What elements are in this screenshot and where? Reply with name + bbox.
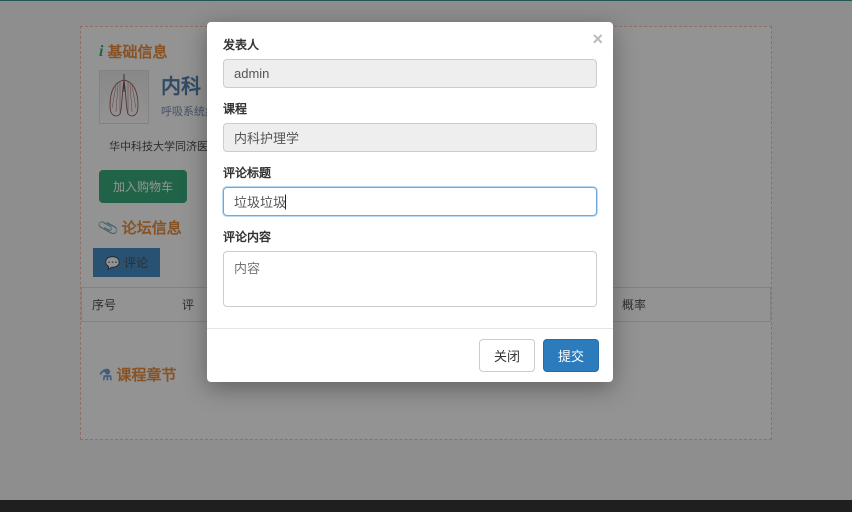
modal-body: 发表人 课程 评论标题 评论内容 (207, 22, 613, 328)
form-group-course: 课程 (223, 100, 597, 152)
form-group-content: 评论内容 (223, 228, 597, 310)
label-author: 发表人 (223, 36, 597, 53)
title-input[interactable] (223, 187, 597, 216)
comment-modal: × 发表人 课程 评论标题 评论内容 (207, 22, 613, 382)
submit-button[interactable]: 提交 (543, 339, 599, 372)
form-group-title: 评论标题 (223, 164, 597, 216)
label-course: 课程 (223, 100, 597, 117)
form-group-author: 发表人 (223, 36, 597, 88)
modal-overlay[interactable]: × 发表人 课程 评论标题 评论内容 (0, 0, 852, 512)
text-caret (285, 194, 286, 209)
content-textarea[interactable] (223, 251, 597, 307)
author-input (223, 59, 597, 88)
label-content: 评论内容 (223, 228, 597, 245)
label-title: 评论标题 (223, 164, 597, 181)
modal-footer: 关闭 提交 (207, 328, 613, 382)
close-icon[interactable]: × (592, 30, 603, 48)
course-input (223, 123, 597, 152)
cancel-button[interactable]: 关闭 (479, 339, 535, 372)
